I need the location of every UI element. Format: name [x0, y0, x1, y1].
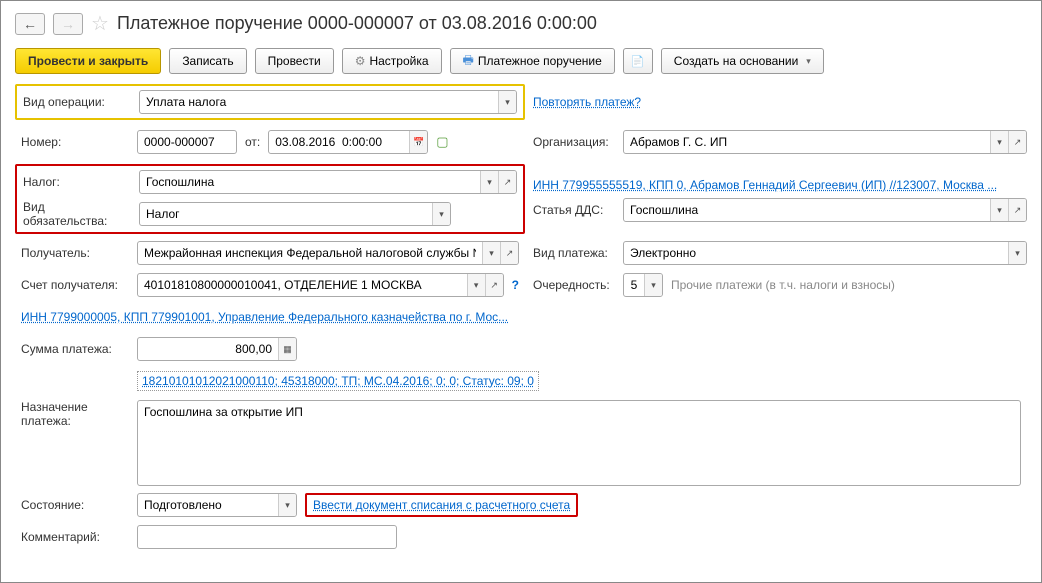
- payment-type-field[interactable]: ▾: [623, 241, 1027, 265]
- label-from: от:: [245, 135, 260, 149]
- recipient-acc-field[interactable]: ▾ ↗: [137, 273, 504, 297]
- recipient-input[interactable]: [138, 242, 482, 264]
- org-input[interactable]: [624, 131, 990, 153]
- comment-input[interactable]: [138, 526, 396, 548]
- priority-field[interactable]: ▾: [623, 273, 663, 297]
- label-recipient: Получатель:: [21, 246, 129, 260]
- save-button[interactable]: Записать: [169, 48, 246, 74]
- amount-field[interactable]: ▦: [137, 337, 297, 361]
- calendar-icon[interactable]: 📅: [409, 131, 427, 153]
- document-icon: [631, 54, 645, 68]
- priority-dropdown[interactable]: ▾: [644, 274, 662, 296]
- op-type-field[interactable]: ▾: [139, 90, 517, 114]
- recipient-acc-input[interactable]: [138, 274, 467, 296]
- obligation-field[interactable]: ▾: [139, 202, 451, 226]
- status-icon[interactable]: ▢: [436, 134, 448, 150]
- tax-dropdown[interactable]: ▾: [480, 171, 498, 193]
- attachments-button[interactable]: [623, 48, 653, 74]
- payment-order-window: ← → ☆ Платежное поручение 0000-000007 от…: [0, 0, 1042, 583]
- label-number: Номер:: [21, 135, 129, 149]
- label-recipient-acc: Счет получателя:: [21, 278, 129, 292]
- dds-input[interactable]: [624, 199, 990, 221]
- recipient-acc-open[interactable]: ↗: [485, 274, 503, 296]
- settings-button[interactable]: Настройка: [342, 48, 442, 74]
- help-icon[interactable]: ?: [512, 278, 519, 292]
- dds-open[interactable]: ↗: [1008, 199, 1026, 221]
- window-title: Платежное поручение 0000-000007 от 03.08…: [117, 13, 597, 34]
- priority-input[interactable]: [624, 274, 644, 296]
- label-purpose: Назначение платежа:: [21, 400, 129, 428]
- number-input[interactable]: [138, 131, 236, 153]
- back-button[interactable]: ←: [15, 13, 45, 35]
- amount-input[interactable]: [138, 338, 278, 360]
- comment-field[interactable]: [137, 525, 397, 549]
- tax-open[interactable]: ↗: [498, 171, 516, 193]
- create-based-button[interactable]: Создать на основании: [661, 48, 824, 74]
- label-op-type: Вид операции:: [23, 95, 131, 109]
- recipient-acc-dropdown[interactable]: ▾: [467, 274, 485, 296]
- obligation-input[interactable]: [140, 203, 432, 225]
- label-amount: Сумма платежа:: [21, 342, 129, 356]
- gear-icon: [355, 54, 366, 68]
- post-and-close-button[interactable]: Провести и закрыть: [15, 48, 161, 74]
- label-org: Организация:: [533, 135, 615, 149]
- op-type-input[interactable]: [140, 91, 498, 113]
- org-details-link[interactable]: ИНН 779955555519, КПП 0, Абрамов Геннади…: [533, 178, 997, 192]
- print-button[interactable]: Платежное поручение: [450, 48, 615, 74]
- repeat-payment-link[interactable]: Повторять платеж?: [533, 95, 641, 109]
- org-dropdown[interactable]: ▾: [990, 131, 1008, 153]
- label-tax: Налог:: [23, 175, 131, 189]
- payment-type-input[interactable]: [624, 242, 1008, 264]
- org-open[interactable]: ↗: [1008, 131, 1026, 153]
- label-dds: Статья ДДС:: [533, 203, 615, 217]
- dds-dropdown[interactable]: ▾: [990, 199, 1008, 221]
- date-field[interactable]: 📅: [268, 130, 428, 154]
- label-payment-type: Вид платежа:: [533, 246, 615, 260]
- recipient-dropdown[interactable]: ▾: [482, 242, 500, 264]
- state-dropdown[interactable]: ▾: [278, 494, 296, 516]
- favorite-star-icon[interactable]: ☆: [91, 11, 109, 36]
- recipient-open[interactable]: ↗: [500, 242, 518, 264]
- titlebar: ← → ☆ Платежное поручение 0000-000007 от…: [15, 11, 1027, 36]
- label-priority: Очередность:: [533, 278, 615, 292]
- recipient-field[interactable]: ▾ ↗: [137, 241, 519, 265]
- state-input[interactable]: [138, 494, 278, 516]
- post-button[interactable]: Провести: [255, 48, 334, 74]
- state-field[interactable]: ▾: [137, 493, 297, 517]
- toolbar: Провести и закрыть Записать Провести Нас…: [15, 48, 1027, 74]
- kbk-link[interactable]: 18210101012021000110; 45318000; ТП; МС.0…: [137, 371, 539, 391]
- dds-field[interactable]: ▾ ↗: [623, 198, 1027, 222]
- form: Вид операции: ▾ Повторять платеж? Номер:…: [15, 84, 1027, 550]
- org-field[interactable]: ▾ ↗: [623, 130, 1027, 154]
- tax-field[interactable]: ▾ ↗: [139, 170, 517, 194]
- date-input[interactable]: [269, 131, 409, 153]
- calculator-icon[interactable]: ▦: [278, 338, 296, 360]
- label-obligation: Вид обязательства:: [23, 200, 131, 228]
- recipient-details-link[interactable]: ИНН 7799000005, КПП 779901001, Управлени…: [21, 310, 508, 324]
- writeoff-link[interactable]: Ввести документ списания с расчетного сч…: [313, 498, 570, 512]
- payment-type-dropdown[interactable]: ▾: [1008, 242, 1026, 264]
- priority-hint: Прочие платежи (в т.ч. налоги и взносы): [671, 278, 895, 292]
- obligation-dropdown[interactable]: ▾: [432, 203, 450, 225]
- label-state: Состояние:: [21, 498, 129, 512]
- purpose-textarea[interactable]: [137, 400, 1021, 486]
- printer-icon: [463, 51, 474, 72]
- number-field[interactable]: [137, 130, 237, 154]
- op-type-dropdown[interactable]: ▾: [498, 91, 516, 113]
- tax-input[interactable]: [140, 171, 480, 193]
- label-comment: Комментарий:: [21, 530, 129, 544]
- forward-button[interactable]: →: [53, 13, 83, 35]
